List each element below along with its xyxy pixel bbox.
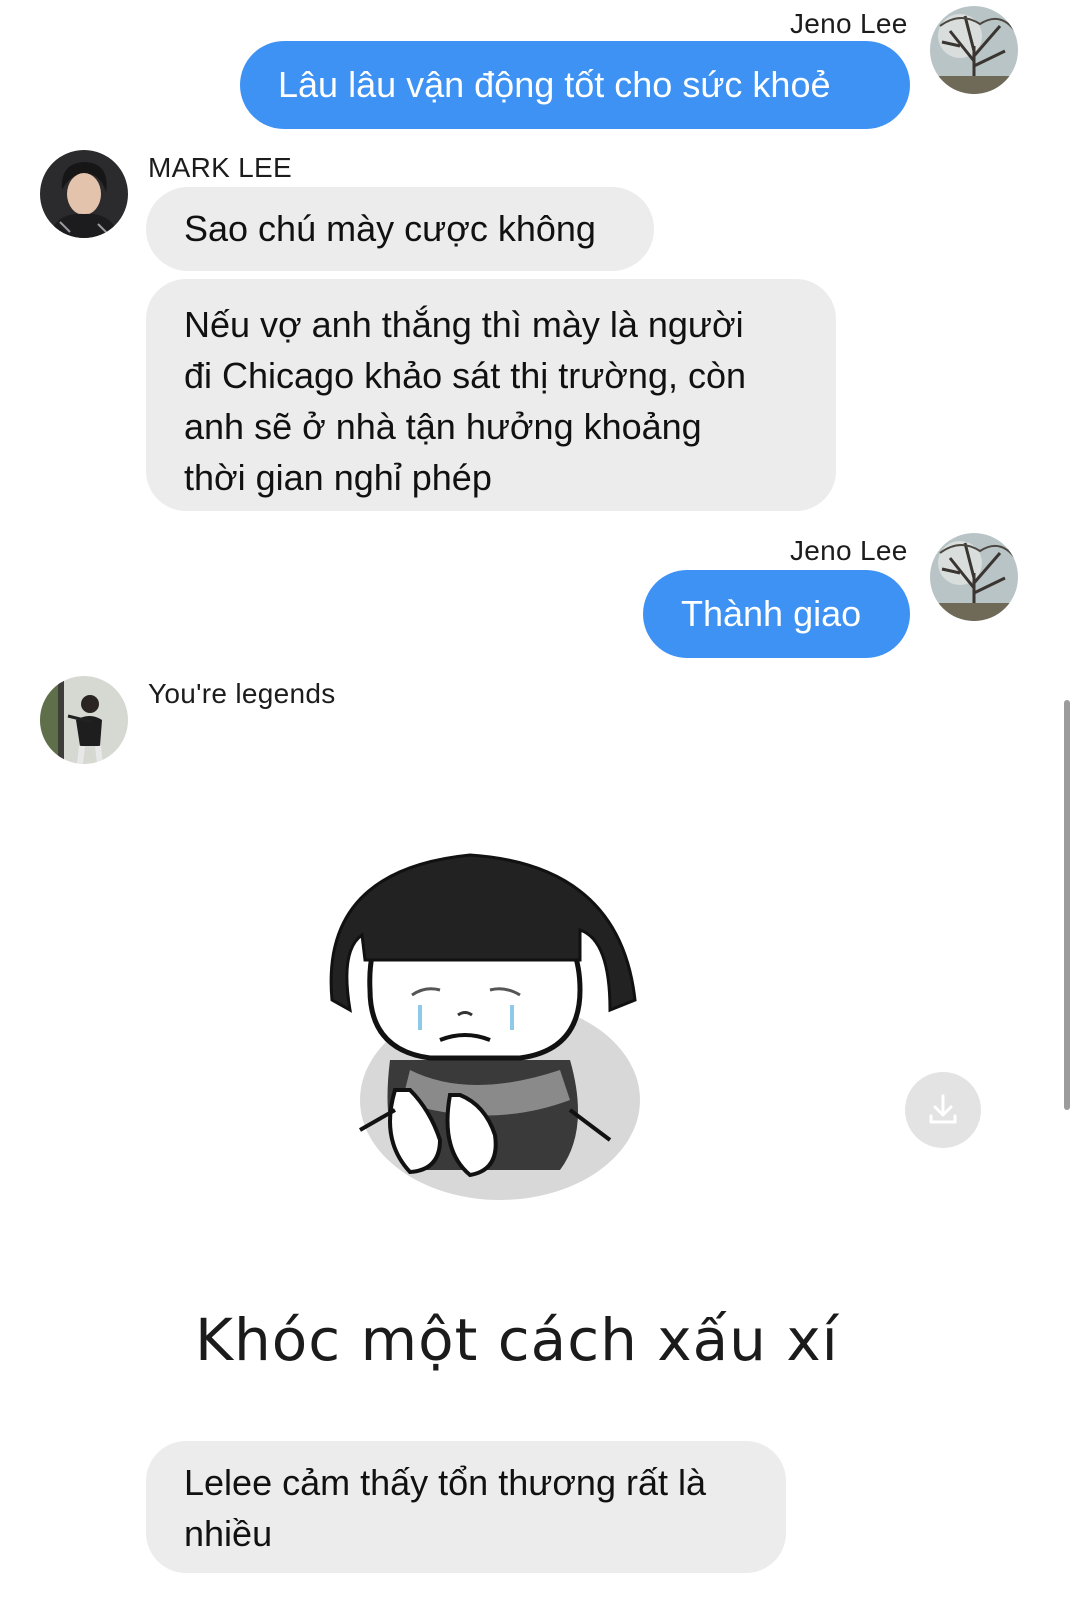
message-text-line: anh sẽ ở nhà tận hưởng khoảng — [184, 406, 702, 447]
sender-name-legends: You're legends — [148, 678, 336, 709]
download-button[interactable] — [905, 1072, 981, 1148]
scrollbar[interactable] — [1064, 700, 1070, 1110]
avatar-jeno-image — [930, 533, 1018, 621]
message-text-line: Nếu vợ anh thắng thì mày là người — [184, 304, 744, 345]
avatar-mark-image — [40, 150, 128, 238]
sender-name-jeno: Jeno Lee — [790, 8, 908, 39]
message-bubble-incoming[interactable]: Sao chú mày cược không — [146, 187, 654, 271]
message-text-line: thời gian nghỉ phép — [184, 457, 492, 498]
download-icon — [929, 1094, 957, 1124]
sender-name-jeno: Jeno Lee — [790, 535, 908, 566]
avatar-mark[interactable] — [40, 150, 128, 238]
avatar-jeno-image — [930, 6, 1018, 94]
avatar-legends-image — [40, 676, 128, 764]
avatar-jeno[interactable] — [930, 533, 1018, 621]
message-bubble-incoming[interactable]: Nếu vợ anh thắng thì mày là người đi Chi… — [146, 279, 836, 511]
sticker-image[interactable] — [140, 840, 820, 1360]
message-text: Lâu lâu vận động tốt cho sức khoẻ — [278, 64, 831, 105]
chat-thread: Jeno Lee Lâu lâu vận động tốt cho sức kh… — [0, 0, 1079, 1612]
sender-name-mark: MARK LEE — [148, 152, 292, 183]
message-bubble-outgoing[interactable]: Thành giao — [643, 570, 910, 658]
message-bubble-incoming[interactable]: Lelee cảm thấy tổn thương rất là nhiều — [146, 1441, 786, 1573]
crying-sticker-icon — [329, 853, 640, 1200]
avatar-jeno[interactable] — [930, 6, 1018, 94]
sticker-caption: Khóc một cách xấu xí — [195, 1306, 839, 1374]
message-text-line: đi Chicago khảo sát thị trường, còn — [184, 355, 747, 396]
avatar-legends[interactable] — [40, 676, 128, 764]
message-bubble-outgoing[interactable]: Lâu lâu vận động tốt cho sức khoẻ — [240, 41, 910, 129]
message-text-line: nhiều — [184, 1513, 273, 1554]
message-text-line: Lelee cảm thấy tổn thương rất là — [184, 1462, 706, 1503]
message-text: Sao chú mày cược không — [184, 208, 596, 249]
message-text: Thành giao — [681, 593, 862, 634]
